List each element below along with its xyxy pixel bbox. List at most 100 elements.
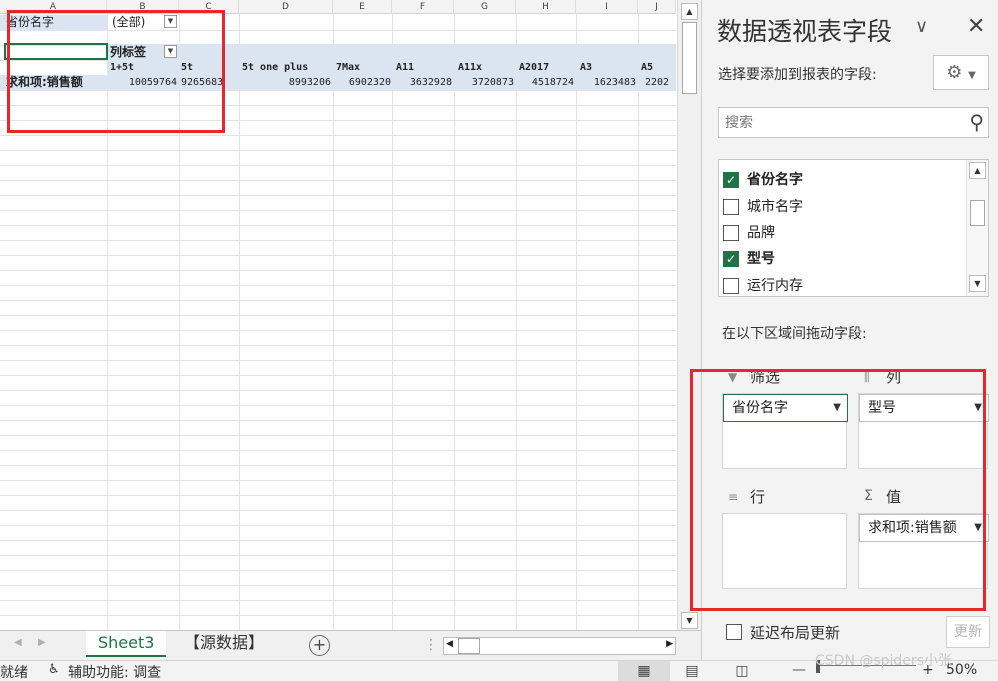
active-cell-a5[interactable] (4, 43, 108, 60)
field-item[interactable]: ✓ 省份名字 (723, 169, 963, 191)
gridline (0, 120, 676, 121)
filter-dropdown-button[interactable]: ▼ (164, 15, 177, 28)
chevron-down-icon[interactable]: ▼ (833, 395, 841, 421)
filter-area[interactable]: 省份名字 ▼ (722, 393, 848, 469)
update-button[interactable]: 更新 (946, 616, 990, 648)
field-item[interactable]: ✓ 型号 (723, 248, 963, 270)
column-header-b[interactable]: B (107, 0, 179, 14)
drag-fields-label: 在以下区域间拖动字段: (722, 326, 867, 342)
column-label: A11x (458, 62, 483, 73)
filter-area-chip[interactable]: 省份名字 ▼ (723, 394, 848, 422)
value-cell[interactable]: 3632928 (394, 75, 452, 90)
column-header-h[interactable]: H (516, 0, 576, 14)
column-header-g[interactable]: G (454, 0, 516, 14)
gridline (0, 480, 676, 481)
field-list-scrollbar[interactable]: ▲ ▼ (966, 160, 988, 296)
pane-options-chevron-icon[interactable]: ∨ (915, 16, 928, 37)
sheet-tab-source-data[interactable]: 【源数据】 (172, 631, 276, 657)
column-label: A2017 (519, 62, 550, 73)
normal-view-button[interactable]: ▦ (618, 661, 670, 681)
checkbox[interactable] (723, 225, 739, 241)
gridline (0, 255, 676, 256)
page-layout-view-button[interactable]: ▤ (666, 661, 718, 681)
vertical-scrollbar[interactable]: ▲ ▼ (677, 0, 701, 632)
settings-gear-button[interactable]: ⚙ ▼ (933, 55, 989, 90)
field-item[interactable]: 品牌 (723, 222, 963, 244)
chevron-down-icon[interactable]: ▼ (974, 395, 982, 421)
worksheet-grid[interactable]: A B C D E F G H I J 省份名字 (全部) ▼ 列标签 ▼ 1+… (0, 0, 676, 630)
gridline (0, 360, 676, 361)
gridline (0, 555, 676, 556)
value-cell[interactable]: 2202 (645, 75, 676, 90)
value-cell[interactable]: 9265683 (181, 75, 237, 90)
scroll-down-button[interactable]: ▼ (681, 612, 698, 629)
accessibility-icon[interactable]: ♿ (48, 662, 60, 677)
gridline (0, 510, 676, 511)
gridline (0, 270, 676, 271)
column-labels-header[interactable]: 列标签 (110, 45, 146, 60)
rows-area[interactable] (722, 513, 847, 589)
column-header-c[interactable]: C (179, 0, 239, 14)
checkbox[interactable] (723, 278, 739, 294)
value-cell[interactable]: 4518724 (518, 75, 574, 90)
filter-field-value[interactable]: (全部) (112, 15, 145, 30)
hscroll-thumb[interactable] (458, 638, 480, 654)
value-cell[interactable]: 8993206 (241, 75, 331, 90)
field-list[interactable]: ✓ 省份名字 城市名字 品牌 ✓ 型号 运行内存 ▲ ▼ (718, 159, 989, 297)
column-header-e[interactable]: E (333, 0, 392, 14)
values-area-chip[interactable]: 求和项:销售额 ▼ (859, 514, 989, 542)
checkbox-checked[interactable]: ✓ (723, 251, 739, 267)
gridline (333, 14, 334, 630)
column-header-f[interactable]: F (392, 0, 454, 14)
next-sheet-icon[interactable]: ▶ (38, 637, 46, 648)
checkbox[interactable] (723, 199, 739, 215)
checkbox-checked[interactable]: ✓ (723, 172, 739, 188)
prev-sheet-icon[interactable]: ◀ (14, 637, 22, 648)
chip-label: 省份名字 (732, 400, 788, 416)
row-label-sum-sales[interactable]: 求和项:销售额 (6, 75, 83, 90)
column-header-j[interactable]: J (638, 0, 676, 14)
close-icon[interactable]: ✕ (967, 14, 985, 39)
column-header-d[interactable]: D (239, 0, 333, 14)
value-cell[interactable]: 10059764 (110, 75, 177, 90)
value-cell[interactable]: 3720873 (456, 75, 514, 90)
scroll-up-button[interactable]: ▲ (969, 162, 986, 179)
defer-update-checkbox[interactable] (726, 624, 742, 640)
zoom-out-button[interactable]: — (792, 662, 806, 678)
tab-split-handle-icon[interactable]: ⋮ (424, 637, 438, 653)
scroll-down-button[interactable]: ▼ (969, 275, 986, 292)
columns-area[interactable]: 型号 ▼ (858, 393, 989, 469)
gridline (0, 90, 676, 91)
field-label: 城市名字 (747, 199, 803, 215)
scroll-thumb[interactable] (970, 200, 985, 226)
field-search-box[interactable]: ⚲ (718, 107, 989, 138)
page-break-view-button[interactable]: ◫ (716, 661, 768, 681)
scroll-up-button[interactable]: ▲ (681, 3, 698, 20)
scroll-left-icon[interactable]: ◀ (446, 639, 453, 649)
add-sheet-button[interactable]: + (309, 635, 330, 656)
column-header-a[interactable]: A (0, 0, 107, 14)
chevron-down-icon[interactable]: ▼ (974, 515, 982, 541)
column-labels-dropdown-button[interactable]: ▼ (164, 45, 177, 58)
gridline (0, 585, 676, 586)
column-header-i[interactable]: I (576, 0, 638, 14)
horizontal-scrollbar[interactable]: ◀ ▶ (443, 637, 676, 655)
scroll-right-icon[interactable]: ▶ (666, 639, 673, 649)
value-cell[interactable]: 1623483 (578, 75, 636, 90)
rows-area-header: 行 (750, 488, 766, 506)
columns-area-chip[interactable]: 型号 ▼ (859, 394, 989, 422)
gridline (0, 495, 676, 496)
accessibility-status[interactable]: 辅助功能: 调查 (68, 662, 161, 681)
sheet-tab-sheet3[interactable]: Sheet3 (86, 631, 167, 657)
field-item[interactable]: 运行内存 (723, 275, 963, 296)
field-item[interactable]: 城市名字 (723, 196, 963, 218)
search-icon[interactable]: ⚲ (969, 110, 984, 134)
value-cell[interactable]: 6902320 (335, 75, 391, 90)
scroll-thumb[interactable] (682, 22, 697, 94)
values-area[interactable]: 求和项:销售额 ▼ (858, 513, 989, 589)
defer-update-label[interactable]: 延迟布局更新 (750, 622, 840, 643)
filter-field-name[interactable]: 省份名字 (6, 15, 54, 30)
search-input[interactable] (725, 112, 955, 133)
gridline (107, 14, 108, 630)
gridline (0, 525, 676, 526)
